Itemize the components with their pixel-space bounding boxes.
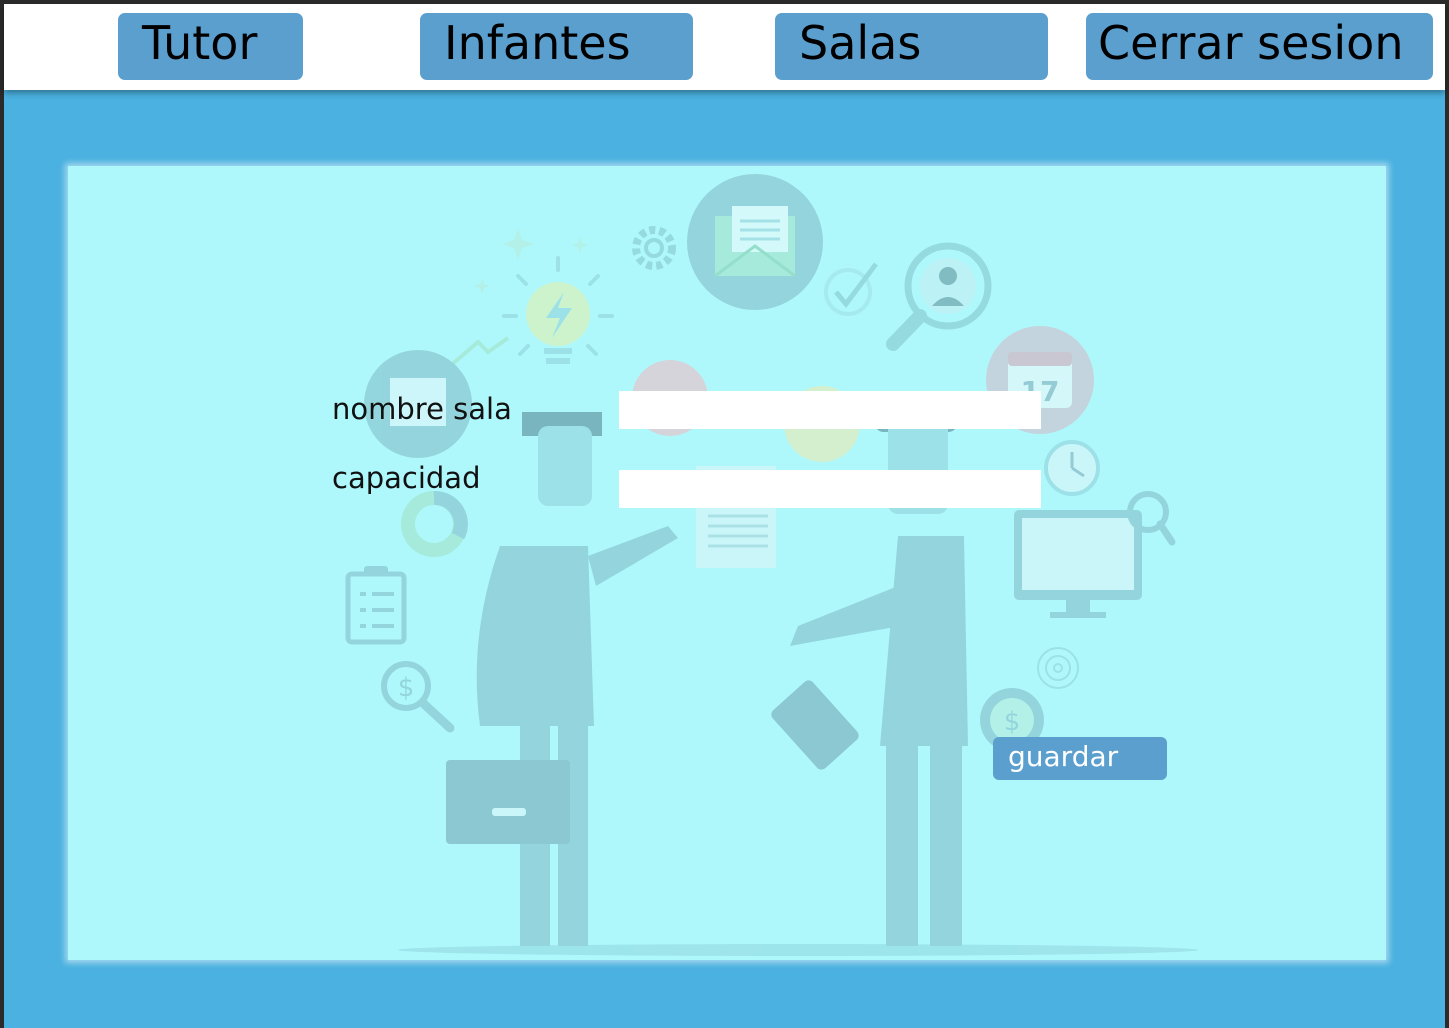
app-frame: Tutor Infantes Salas Cerrar sesion $ $ n… [4, 4, 1445, 1028]
capacity-input[interactable] [619, 470, 1041, 508]
capacity-label: capacidad [332, 461, 481, 495]
business-meeting-illustration: 17 [345, 174, 1198, 956]
target-icon [1037, 647, 1079, 689]
phone-icon [771, 680, 859, 770]
envelope-icon [687, 174, 823, 310]
ground-shadow [398, 944, 1198, 956]
room-name-label: nombre sala [332, 392, 512, 426]
logout-button[interactable]: Cerrar sesion [1086, 13, 1433, 80]
nav-salas-button[interactable]: Salas [775, 13, 1048, 80]
clock-icon [1044, 440, 1100, 496]
check-icon [824, 262, 878, 316]
svg-text:$: $ [1004, 707, 1021, 737]
form-panel: 17 [68, 166, 1386, 960]
trend-arrow-icon [448, 336, 510, 368]
nav-infantes-button[interactable]: Infantes [420, 13, 693, 80]
clipboard-icon [345, 566, 407, 645]
profile-search-icon [886, 242, 992, 351]
svg-text:$: $ [398, 673, 415, 703]
room-name-input[interactable] [619, 391, 1041, 429]
donut-chart-icon [401, 491, 468, 557]
save-button[interactable]: guardar [993, 737, 1167, 780]
dollar-search-icon: $ [381, 661, 455, 733]
top-nav-bar: Tutor Infantes Salas Cerrar sesion [4, 4, 1445, 90]
monitor-profiles-icon [1014, 491, 1176, 618]
lightbulb-icon [474, 228, 614, 364]
gear-icon [632, 226, 676, 270]
nav-tutor-button[interactable]: Tutor [118, 13, 303, 80]
